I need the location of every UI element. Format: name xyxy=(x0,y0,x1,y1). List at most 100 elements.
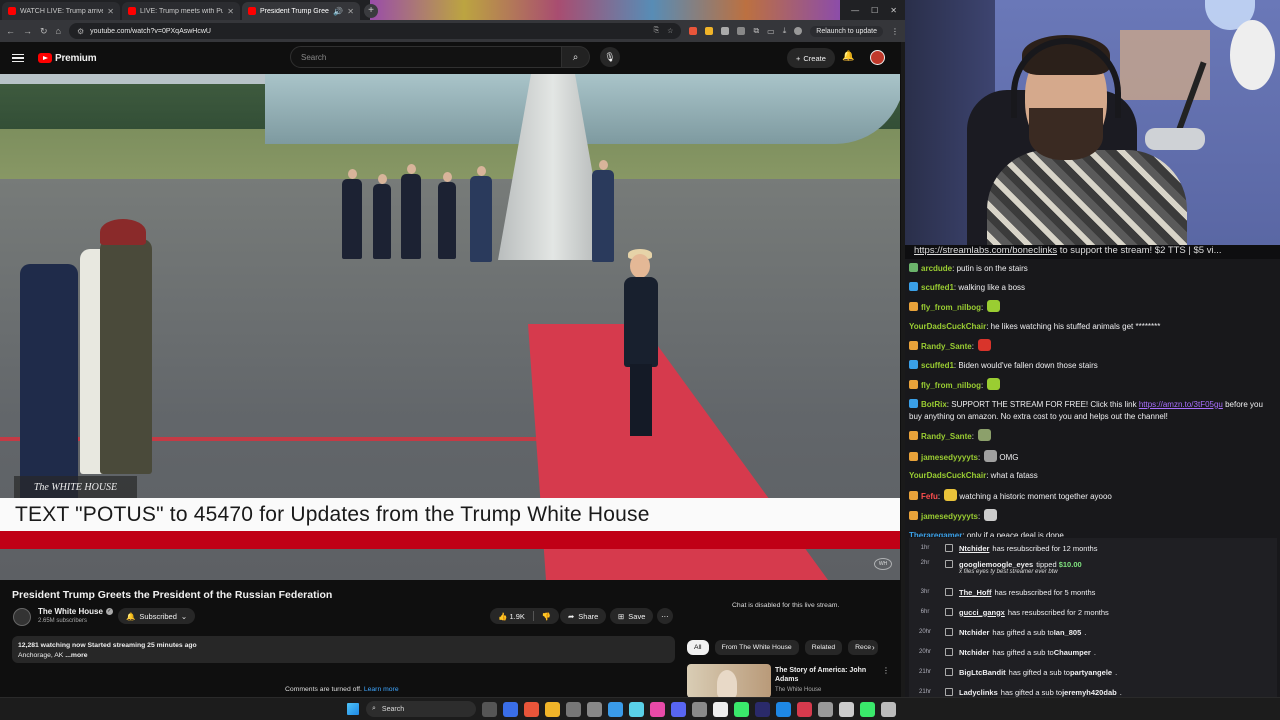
gift-recipient[interactable]: Ian_805 xyxy=(1054,628,1082,637)
recommended-video-thumbnail[interactable] xyxy=(687,664,771,698)
notifications-bell-icon[interactable]: 🔔 xyxy=(842,51,854,62)
share-button[interactable]: ➦ Share xyxy=(560,608,607,624)
download-icon[interactable]: ⤓ xyxy=(783,26,787,36)
taskbar-app-icon[interactable] xyxy=(545,702,560,717)
extension-icon[interactable] xyxy=(705,27,714,35)
chip-related[interactable]: Related xyxy=(804,640,843,655)
browser-tab-1[interactable]: WATCH LIVE: Trump arrives in ... ✕ xyxy=(2,2,120,20)
youtube-logo[interactable]: Premium xyxy=(38,53,97,64)
chat-link[interactable]: https://amzn.to/3tF05gu xyxy=(1139,400,1223,409)
home-icon[interactable]: ⌂ xyxy=(56,26,61,36)
gift-recipient[interactable]: Chaumper xyxy=(1054,648,1091,657)
create-button[interactable]: + Create xyxy=(787,48,835,68)
video-description[interactable]: 12,281 watching now Started streaming 25… xyxy=(12,636,675,663)
relaunch-button[interactable]: Relaunch to update xyxy=(810,25,883,37)
channel-name[interactable]: The White House ✓ xyxy=(38,607,113,616)
close-tab-icon[interactable]: ✕ xyxy=(107,7,114,16)
address-bar[interactable]: ⚙ youtube.com/watch?v=0PXqAswHcwU ⎘ ☆ xyxy=(68,23,682,39)
ticker-link[interactable]: https://streamlabs.com/boneclinks xyxy=(914,245,1057,256)
taskbar-app-icon[interactable] xyxy=(566,702,581,717)
chat-username[interactable]: Fefu xyxy=(921,492,938,501)
chat-username[interactable]: arcdude xyxy=(921,264,952,273)
voice-search-button[interactable]: 🎙 xyxy=(600,47,620,67)
back-icon[interactable]: ← xyxy=(6,26,15,36)
reload-icon[interactable]: ↻ xyxy=(40,26,48,37)
install-icon[interactable]: ⎘ xyxy=(654,27,660,35)
taskbar-app-icon[interactable] xyxy=(650,702,665,717)
taskbar-app-icon[interactable] xyxy=(608,702,623,717)
close-window-icon[interactable]: ✕ xyxy=(890,6,897,15)
chat-username[interactable]: scuffed1 xyxy=(921,361,954,370)
hamburger-menu-icon[interactable] xyxy=(12,53,24,63)
new-tab-button[interactable]: + xyxy=(364,4,378,18)
chat-username[interactable]: fly_from_nilbog xyxy=(921,381,981,390)
chat-username[interactable]: BotRix xyxy=(921,400,947,409)
chat-username[interactable]: Randy_Sante xyxy=(921,432,972,441)
chat-username[interactable]: YourDadsCuckChair xyxy=(909,322,986,331)
extension-icon[interactable] xyxy=(689,27,698,35)
forward-icon[interactable]: → xyxy=(23,26,32,36)
sidebar-icon[interactable]: ▭ xyxy=(767,27,775,36)
close-tab-icon[interactable]: ✕ xyxy=(227,7,234,16)
taskbar-app-icon[interactable] xyxy=(860,702,875,717)
chat-username[interactable]: scuffed1 xyxy=(921,283,954,292)
browser-tab-3-active[interactable]: President Trump Greets the ... 🔊 ✕ xyxy=(242,2,360,20)
account-avatar[interactable] xyxy=(870,50,885,65)
puzzle-icon[interactable]: ⧉ xyxy=(753,26,759,36)
extension-icon[interactable] xyxy=(737,27,746,35)
taskbar-app-icon[interactable] xyxy=(671,702,686,717)
menu-dots-icon[interactable]: ⋮ xyxy=(891,27,899,36)
chat-username[interactable]: Theraregamer xyxy=(909,531,962,538)
taskbar-app-icon[interactable] xyxy=(734,702,749,717)
taskbar-app-icon[interactable] xyxy=(587,702,602,717)
chip-all[interactable]: All xyxy=(687,640,709,655)
alert-username[interactable]: googliemoogle_eyes xyxy=(959,560,1033,569)
more-actions-button[interactable]: ⋯ xyxy=(657,608,673,624)
chat-username[interactable]: YourDadsCuckChair xyxy=(909,471,986,480)
subscribed-button[interactable]: 🔔 Subscribed ⌄ xyxy=(118,608,196,624)
alert-username[interactable]: Ntchider xyxy=(959,544,989,553)
taskbar-app-icon[interactable] xyxy=(755,702,770,717)
chevron-right-icon[interactable]: › xyxy=(872,643,875,652)
gift-recipient[interactable]: jeremyh420dab xyxy=(1062,688,1117,697)
like-button[interactable]: 👍 1.9K xyxy=(498,612,525,621)
bookmark-star-icon[interactable]: ☆ xyxy=(667,27,673,35)
recommended-video-title[interactable]: The Story of America: John Adams xyxy=(775,666,870,684)
close-tab-icon[interactable]: ✕ xyxy=(347,7,354,16)
taskbar-app-icon[interactable] xyxy=(503,702,518,717)
taskbar-app-icon[interactable] xyxy=(482,702,497,717)
windows-start-icon[interactable] xyxy=(347,703,359,715)
alert-username[interactable]: BigLtcBandit xyxy=(959,668,1006,677)
taskbar-app-icon[interactable] xyxy=(818,702,833,717)
channel-avatar[interactable] xyxy=(13,608,31,626)
dislike-button[interactable]: 👎 xyxy=(542,612,559,621)
taskbar-app-icon[interactable] xyxy=(692,702,707,717)
taskbar-app-icon[interactable] xyxy=(839,702,854,717)
chip-from-channel[interactable]: From The White House xyxy=(714,640,799,655)
chat-username[interactable]: jamesedyyyyts xyxy=(921,512,978,521)
chat-username[interactable]: jamesedyyyyts xyxy=(921,453,978,462)
alert-username[interactable]: gucci_gangx xyxy=(959,608,1005,617)
alert-username[interactable]: Ntchider xyxy=(959,628,989,637)
extension-icon[interactable] xyxy=(721,27,730,35)
taskbar-app-icon[interactable] xyxy=(629,702,644,717)
learn-more-link[interactable]: Learn more xyxy=(364,686,399,693)
taskbar-app-icon[interactable] xyxy=(776,702,791,717)
taskbar-app-icon[interactable] xyxy=(524,702,539,717)
maximize-icon[interactable]: ☐ xyxy=(871,6,878,15)
search-button[interactable]: ⌕ xyxy=(562,46,590,68)
alert-username[interactable]: Ntchider xyxy=(959,648,989,657)
save-button[interactable]: ⊞ Save xyxy=(610,608,654,624)
profile-icon[interactable] xyxy=(794,27,803,35)
minimize-icon[interactable]: — xyxy=(851,6,859,15)
speaker-icon[interactable]: 🔊 xyxy=(333,7,343,16)
alert-username[interactable]: Ladyclinks xyxy=(959,688,998,697)
taskbar-search[interactable]: ⌕ Search xyxy=(366,701,476,717)
more-vertical-icon[interactable]: ⋮ xyxy=(882,666,890,675)
alert-username[interactable]: The_Hoff xyxy=(959,588,992,597)
gift-recipient[interactable]: partyangele xyxy=(1070,668,1112,677)
chat-username[interactable]: fly_from_nilbog xyxy=(921,303,981,312)
chat-username[interactable]: Randy_Sante xyxy=(921,342,972,351)
taskbar-app-icon[interactable] xyxy=(881,702,896,717)
video-player[interactable]: The WHITE HOUSE TEXT "POTUS" to 45470 fo… xyxy=(0,74,900,580)
